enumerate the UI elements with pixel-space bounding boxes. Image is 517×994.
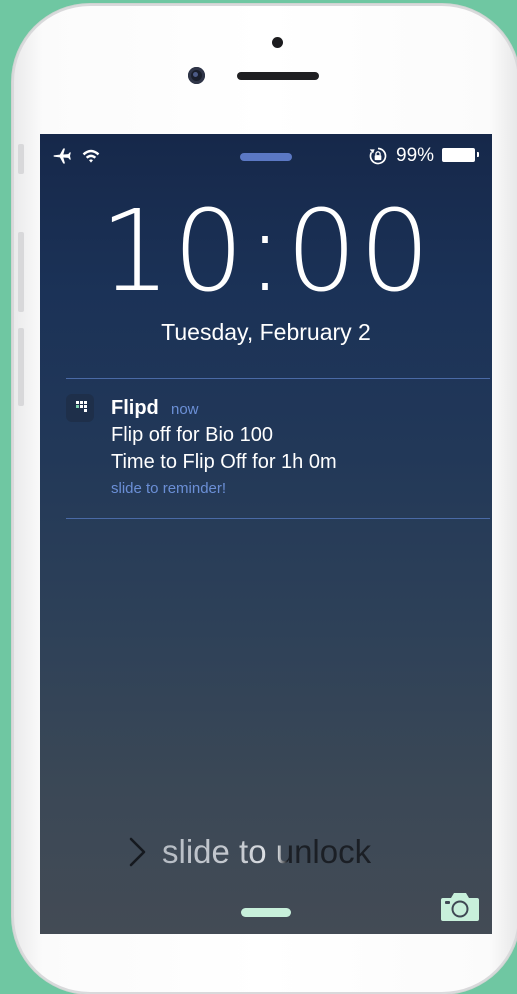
front-camera [188,67,205,84]
lock-screen: 99% 10:00 Tuesday, February 2 Flipd now … [40,134,492,934]
camera-icon[interactable] [440,890,480,922]
slide-to-unlock-label: slide to unlock [162,833,372,870]
earpiece-speaker [237,72,319,80]
notification-time: now [171,401,199,418]
rotation-lock-icon [369,147,387,165]
wifi-icon [82,149,100,163]
mute-switch [18,144,24,174]
home-indicator[interactable] [241,908,291,917]
notification-body: Time to Flip Off for 1h 0m [111,451,337,473]
chevron-right-icon [129,837,146,867]
proximity-sensor [272,37,283,48]
notification-title: Flip off for Bio 100 [111,424,273,446]
flipd-app-icon [66,394,94,422]
notification-action-hint[interactable]: slide to reminder! [111,480,226,498]
volume-up-button [18,232,24,312]
battery-percentage: 99% [396,145,435,166]
notification-flipd[interactable]: Flipd now Flip off for Bio 100 Time to F… [66,380,486,512]
notification-top-divider [66,378,490,379]
notification-bottom-divider [66,518,490,519]
lock-date: Tuesday, February 2 [161,319,371,345]
notification-app-name: Flipd [111,397,159,419]
notification-center-grabber[interactable] [240,153,292,161]
volume-down-button [18,328,24,406]
slide-to-unlock[interactable]: slide to unlock [128,832,428,872]
lock-clock: 10:00 [99,187,433,317]
status-bar: 99% [40,134,492,178]
battery-icon [442,148,479,162]
airplane-icon [53,148,71,164]
